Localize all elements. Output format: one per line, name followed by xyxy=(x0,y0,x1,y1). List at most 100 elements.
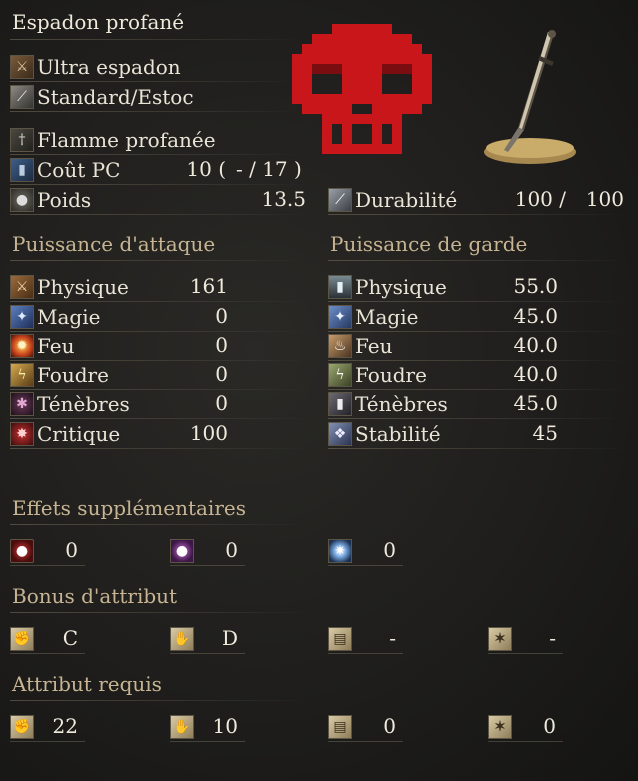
requirement-value: 0 xyxy=(543,714,556,738)
item-name: Espadon profané xyxy=(12,10,185,34)
divider xyxy=(328,448,628,449)
divider xyxy=(10,524,310,525)
divider xyxy=(170,741,245,742)
physical-attack-icon: ⚔ xyxy=(10,275,34,299)
effect-frost: ✷ xyxy=(328,538,355,564)
durability-icon: ⟋ xyxy=(328,188,352,212)
guard-value: 55.0 xyxy=(513,274,558,298)
attack-value: 0 xyxy=(215,362,228,386)
divider xyxy=(488,653,563,654)
durability-row: ⟋ Durabilité xyxy=(328,187,457,213)
attack-label: Feu xyxy=(37,334,75,358)
faith-icon: ✶ xyxy=(488,627,512,651)
divider xyxy=(328,360,628,361)
frost-icon: ✷ xyxy=(328,539,352,563)
attack-value: 161 xyxy=(189,274,228,298)
critical-icon: ✸ xyxy=(10,422,34,446)
physical-guard-icon: ▮ xyxy=(328,275,352,299)
guard-row-magic: ✦ Magie xyxy=(328,304,418,330)
durability-max: 100 xyxy=(585,187,624,211)
attack-label: Ténèbres xyxy=(37,392,130,416)
fp-cost-range: - / 17 ) xyxy=(236,157,302,181)
effect-value: 0 xyxy=(383,538,396,562)
divider xyxy=(328,418,628,419)
divider xyxy=(10,360,310,361)
divider xyxy=(170,565,245,566)
fp-cost-row: ▮ Coût PC xyxy=(10,157,120,183)
guard-value: 45.0 xyxy=(513,391,558,415)
divider xyxy=(10,418,310,419)
guard-row-fire: ♨ Feu xyxy=(328,333,393,359)
intelligence-icon: ▤ xyxy=(328,715,352,739)
guard-value: 45 xyxy=(532,421,558,445)
divider xyxy=(328,214,628,215)
divider xyxy=(10,154,300,155)
attack-label: Critique xyxy=(37,422,121,446)
divider xyxy=(10,448,310,449)
skill-label: Flamme profanée xyxy=(37,128,216,152)
guard-row-lightning: ϟ Foudre xyxy=(328,362,427,388)
durability-current: 100 / xyxy=(514,187,566,211)
attack-row-physical: ⚔ Physique xyxy=(10,274,129,300)
scaling-value: D xyxy=(221,626,238,650)
attack-label: Magie xyxy=(37,305,101,329)
skill-row: † Flamme profanée xyxy=(10,127,216,153)
attack-power-title: Puissance d'attaque xyxy=(12,232,216,256)
intelligence-icon: ▤ xyxy=(328,627,352,651)
fp-cost-icon: ▮ xyxy=(10,158,34,182)
strength-icon: ✊ xyxy=(10,627,34,651)
guard-label: Physique xyxy=(355,275,447,299)
title-divider xyxy=(10,39,300,40)
divider xyxy=(328,741,403,742)
divider xyxy=(328,331,628,332)
weight-label: Poids xyxy=(37,188,92,212)
scaling-value: - xyxy=(549,626,556,650)
scaling-dexterity: ✋ xyxy=(170,626,197,652)
attack-type-label: Standard/Estoc xyxy=(37,85,194,109)
divider xyxy=(10,700,310,701)
item-stats-panel: Espadon profané ⚔ Ultra espadon ⟋ Standa… xyxy=(0,0,638,781)
scaling-title: Bonus d'attribut xyxy=(12,584,178,608)
effect-poison: ● xyxy=(170,538,197,564)
requirements-title: Attribut requis xyxy=(12,672,162,696)
dexterity-icon: ✋ xyxy=(170,715,194,739)
magic-guard-icon: ✦ xyxy=(328,305,352,329)
requirement-value: 10 xyxy=(212,714,238,738)
guard-value: 40.0 xyxy=(513,333,558,357)
faith-icon: ✶ xyxy=(488,715,512,739)
attack-type-icon: ⟋ xyxy=(10,85,34,109)
divider xyxy=(328,565,403,566)
effect-value: 0 xyxy=(225,538,238,562)
divider xyxy=(170,653,245,654)
fire-attack-icon: ✹ xyxy=(10,334,34,358)
stability-icon: ❖ xyxy=(328,422,352,446)
requirement-faith: ✶ xyxy=(488,714,515,740)
guard-label: Ténèbres xyxy=(355,392,448,416)
durability-label: Durabilité xyxy=(355,188,458,212)
guard-value: 40.0 xyxy=(513,362,558,386)
fp-cost-value: 10 ( xyxy=(186,157,226,181)
attack-label: Physique xyxy=(37,275,129,299)
attack-value: 0 xyxy=(215,333,228,357)
divider xyxy=(328,301,628,302)
guard-value: 45.0 xyxy=(513,304,558,328)
attack-row-magic: ✦ Magie xyxy=(10,304,100,330)
divider xyxy=(328,653,403,654)
guard-label: Magie xyxy=(355,305,419,329)
guard-row-stability: ❖ Stabilité xyxy=(328,421,441,447)
scaling-faith: ✶ xyxy=(488,626,515,652)
divider xyxy=(10,301,310,302)
scaling-intelligence: ▤ xyxy=(328,626,355,652)
requirement-value: 22 xyxy=(52,714,78,738)
magic-attack-icon: ✦ xyxy=(10,305,34,329)
dark-attack-icon: ✱ xyxy=(10,392,34,416)
divider xyxy=(10,214,310,215)
guard-row-dark: ▮ Ténèbres xyxy=(328,391,448,417)
divider xyxy=(10,331,310,332)
dark-guard-icon: ▮ xyxy=(328,392,352,416)
effect-value: 0 xyxy=(65,538,78,562)
requirement-dexterity: ✋ xyxy=(170,714,197,740)
weapon-type-label: Ultra espadon xyxy=(37,55,181,79)
dexterity-icon: ✋ xyxy=(170,627,194,651)
attack-row-lightning: ϟ Foudre xyxy=(10,362,109,388)
